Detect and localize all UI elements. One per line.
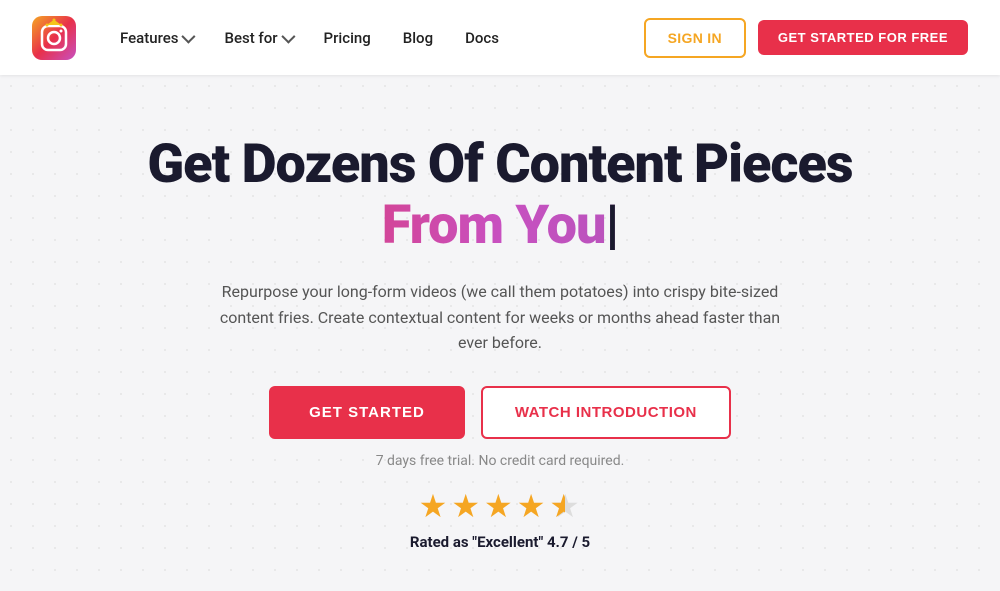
- hero-section: Get Dozens Of Content Pieces From You| R…: [0, 75, 1000, 591]
- star-1-icon: ★: [419, 487, 448, 525]
- signin-button[interactable]: SIGN IN: [644, 18, 746, 58]
- nav-features[interactable]: Features: [108, 21, 204, 55]
- stars-row: ★ ★ ★ ★ ★ ★: [147, 487, 852, 525]
- nav-links: Features Best for Pricing Blog Docs: [108, 21, 644, 55]
- hero-content: Get Dozens Of Content Pieces From You| R…: [147, 135, 852, 551]
- navbar: Features Best for Pricing Blog Docs SIGN…: [0, 0, 1000, 75]
- chevron-down-icon: [281, 29, 295, 43]
- watch-introduction-button[interactable]: WATCH INTRODUCTION: [481, 386, 731, 439]
- logo[interactable]: [32, 16, 76, 60]
- star-half-icon: ★ ★: [549, 490, 581, 522]
- rating-text: Rated as "Excellent" 4.7 / 5: [147, 533, 852, 551]
- nav-pricing[interactable]: Pricing: [312, 21, 383, 55]
- get-started-nav-button[interactable]: GET STARTED FOR FREE: [758, 20, 968, 55]
- cursor: |: [605, 194, 618, 257]
- hero-buttons: GET STARTED WATCH INTRODUCTION: [147, 386, 852, 439]
- nav-blog[interactable]: Blog: [391, 21, 445, 55]
- chevron-down-icon: [182, 29, 196, 43]
- star-3-icon: ★: [484, 487, 513, 525]
- nav-actions: SIGN IN GET STARTED FOR FREE: [644, 18, 968, 58]
- hero-subtitle: Repurpose your long-form videos (we call…: [210, 279, 790, 356]
- nav-docs[interactable]: Docs: [453, 21, 511, 55]
- hero-title-line2: From You|: [147, 194, 852, 259]
- star-2-icon: ★: [451, 487, 480, 525]
- star-4-icon: ★: [517, 487, 546, 525]
- trial-note: 7 days free trial. No credit card requir…: [147, 453, 852, 469]
- hero-title: Get Dozens Of Content Pieces From You|: [147, 135, 852, 259]
- nav-best-for[interactable]: Best for: [212, 21, 303, 55]
- hero-title-line1: Get Dozens Of Content Pieces: [147, 135, 852, 194]
- get-started-button[interactable]: GET STARTED: [269, 386, 465, 439]
